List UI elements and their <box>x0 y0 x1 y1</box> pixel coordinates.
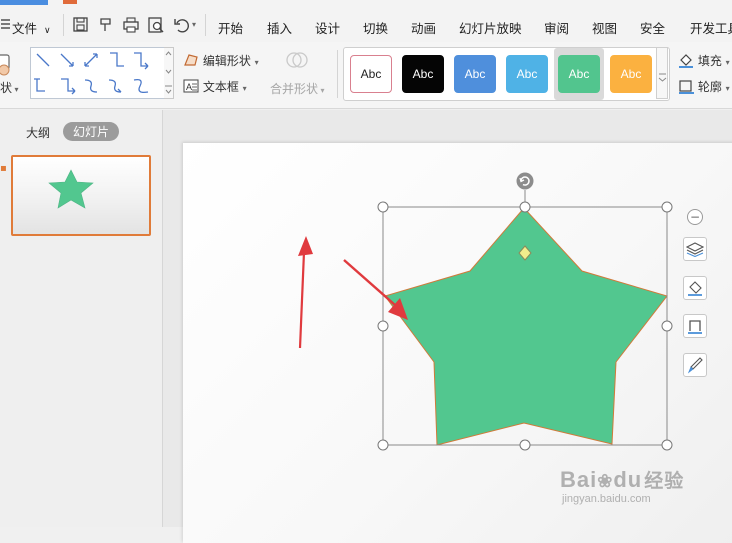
resize-handle-bottom-right[interactable] <box>661 439 673 451</box>
resize-handle-bottom[interactable] <box>519 439 531 451</box>
shape-outline-button[interactable] <box>683 314 707 338</box>
annotation-arrow-diagonal <box>343 259 408 320</box>
star-shape[interactable] <box>384 207 668 446</box>
watermark-brand-suffix: du <box>613 467 643 492</box>
paw-icon: ❀ <box>597 471 614 491</box>
resize-handle-top-right[interactable] <box>661 201 673 213</box>
resize-handle-top[interactable] <box>519 201 531 213</box>
layers-icon <box>686 242 704 257</box>
shape-effects-button[interactable] <box>683 353 707 377</box>
watermark-url: jingyan.baidu.com <box>562 493 651 505</box>
outline-icon <box>688 320 702 334</box>
watermark-brand: Bai <box>560 467 598 492</box>
resize-handle-left[interactable] <box>377 320 389 332</box>
rotate-handle-icon[interactable] <box>516 172 534 190</box>
resize-handle-right[interactable] <box>661 320 673 332</box>
resize-handle-bottom-left[interactable] <box>377 439 389 451</box>
paint-bucket-icon <box>688 281 702 296</box>
collapse-toolbar-button[interactable]: − <box>687 209 703 225</box>
slide-overlay <box>298 172 673 451</box>
annotation-arrow-up <box>298 236 313 349</box>
shape-fill-button[interactable] <box>683 276 707 300</box>
baidu-jingyan-watermark: Bai❀du 经验 jingyan.baidu.com <box>560 466 684 505</box>
minus-icon: − <box>689 210 701 224</box>
watermark-product: 经验 <box>644 471 685 492</box>
resize-handle-top-left[interactable] <box>377 201 389 213</box>
layers-button[interactable] <box>683 237 707 261</box>
brush-icon <box>687 357 703 374</box>
